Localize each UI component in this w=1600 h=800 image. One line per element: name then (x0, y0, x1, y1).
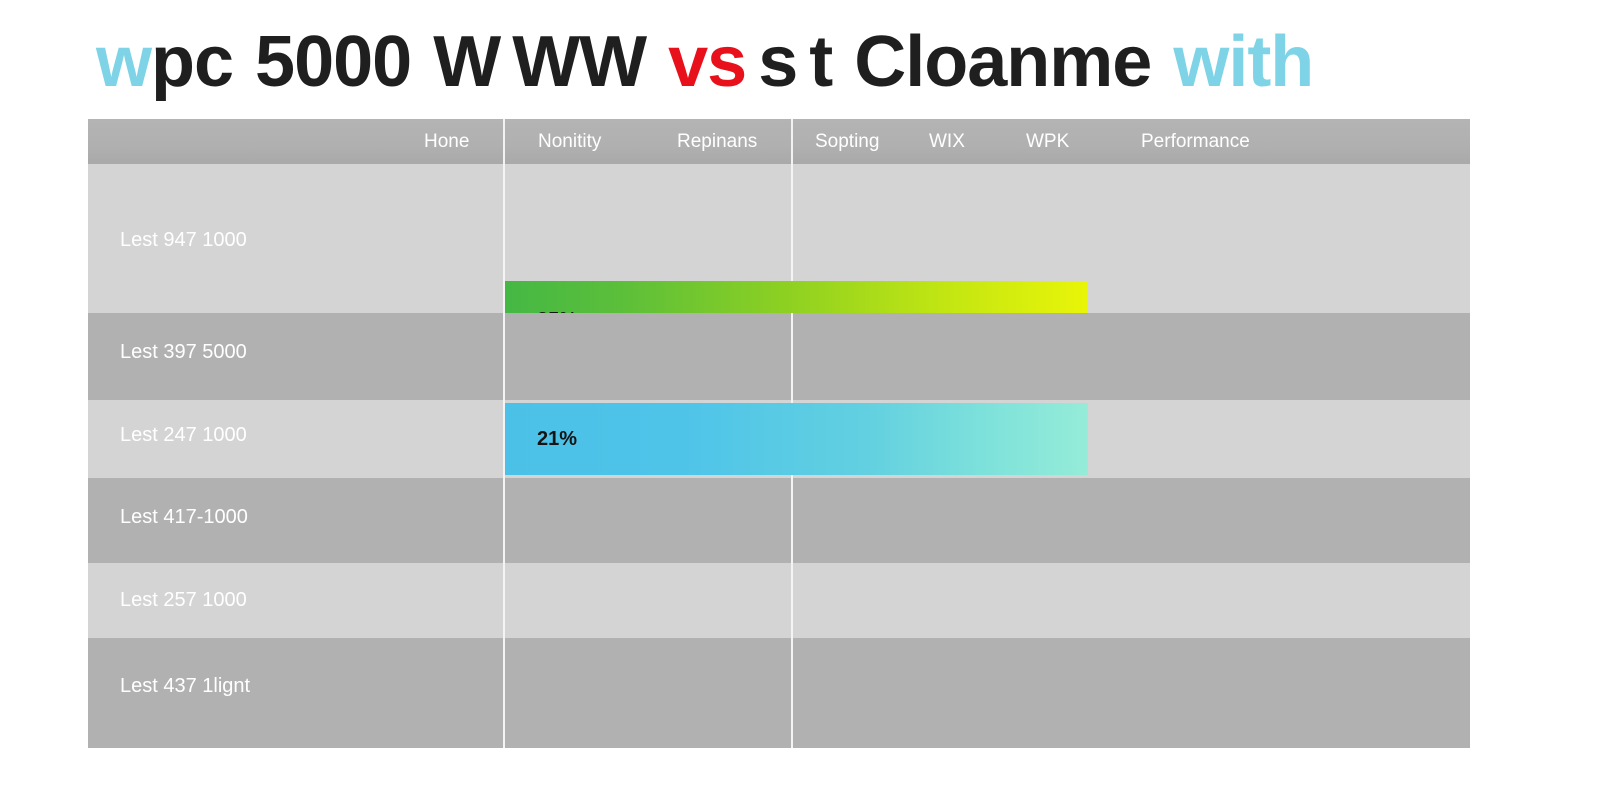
comparison-table: Hone Nonitity Repinans Sopting WIX WPK P… (88, 119, 1470, 748)
row-label: Lest 257 1000 (120, 589, 247, 611)
column-header-performance[interactable]: Performance (1141, 119, 1250, 164)
column-divider (791, 478, 793, 563)
column-header-wpk[interactable]: WPK (1026, 119, 1069, 164)
page-title: w pc 5000 W WW vs s t Cloanme with (96, 14, 1516, 110)
row-label: Lest 437 1lignt (120, 675, 251, 697)
column-divider (791, 638, 793, 748)
column-header-hone[interactable]: Hone (424, 119, 469, 164)
title-segment-9: Cloanme (854, 22, 1152, 102)
table-row[interactable]: Lest 417-1000 (88, 478, 1470, 563)
column-divider (791, 313, 793, 400)
bar-value-label: 21% (537, 427, 578, 450)
title-segment-7: s (758, 22, 798, 102)
table-row[interactable]: Lest 257 1000 (88, 563, 1470, 638)
title-segment-4: W (433, 22, 501, 102)
title-segment-10: with (1173, 22, 1314, 102)
title-segment-6: vs (668, 22, 747, 102)
column-divider (503, 313, 505, 400)
table-header-row: Hone Nonitity Repinans Sopting WIX WPK P… (88, 119, 1470, 164)
title-segment-3: 5000 (255, 22, 412, 102)
row-label: Lest 247 1000 (120, 424, 247, 446)
title-segment-8: t (809, 22, 833, 102)
column-divider (503, 563, 505, 638)
title-segment-5: WW (512, 22, 647, 102)
bar-blue: 21% (505, 403, 1088, 475)
column-divider (791, 563, 793, 638)
row-label: Lest 947 1000 (120, 229, 247, 251)
column-header-sopting[interactable]: Sopting (815, 119, 879, 164)
row-label: Lest 397 5000 (120, 341, 247, 363)
header-column-divider (503, 119, 505, 164)
column-header-repinans[interactable]: Repinans (677, 119, 757, 164)
table-row[interactable]: Lest 397 5000 (88, 313, 1470, 400)
title-segment-1: w (96, 22, 152, 102)
header-column-divider (791, 119, 793, 164)
title-segment-2: pc (151, 22, 234, 102)
column-divider (503, 638, 505, 748)
column-header-wix[interactable]: WIX (929, 119, 965, 164)
table-row[interactable]: Lest 437 1lignt (88, 638, 1470, 748)
table-row[interactable]: Lest 947 1000 35% (88, 164, 1470, 359)
row-label: Lest 417-1000 (120, 506, 248, 528)
column-divider (503, 478, 505, 563)
column-header-nonitity[interactable]: Nonitity (538, 119, 601, 164)
table-row[interactable]: Lest 247 1000 21% (88, 400, 1470, 478)
